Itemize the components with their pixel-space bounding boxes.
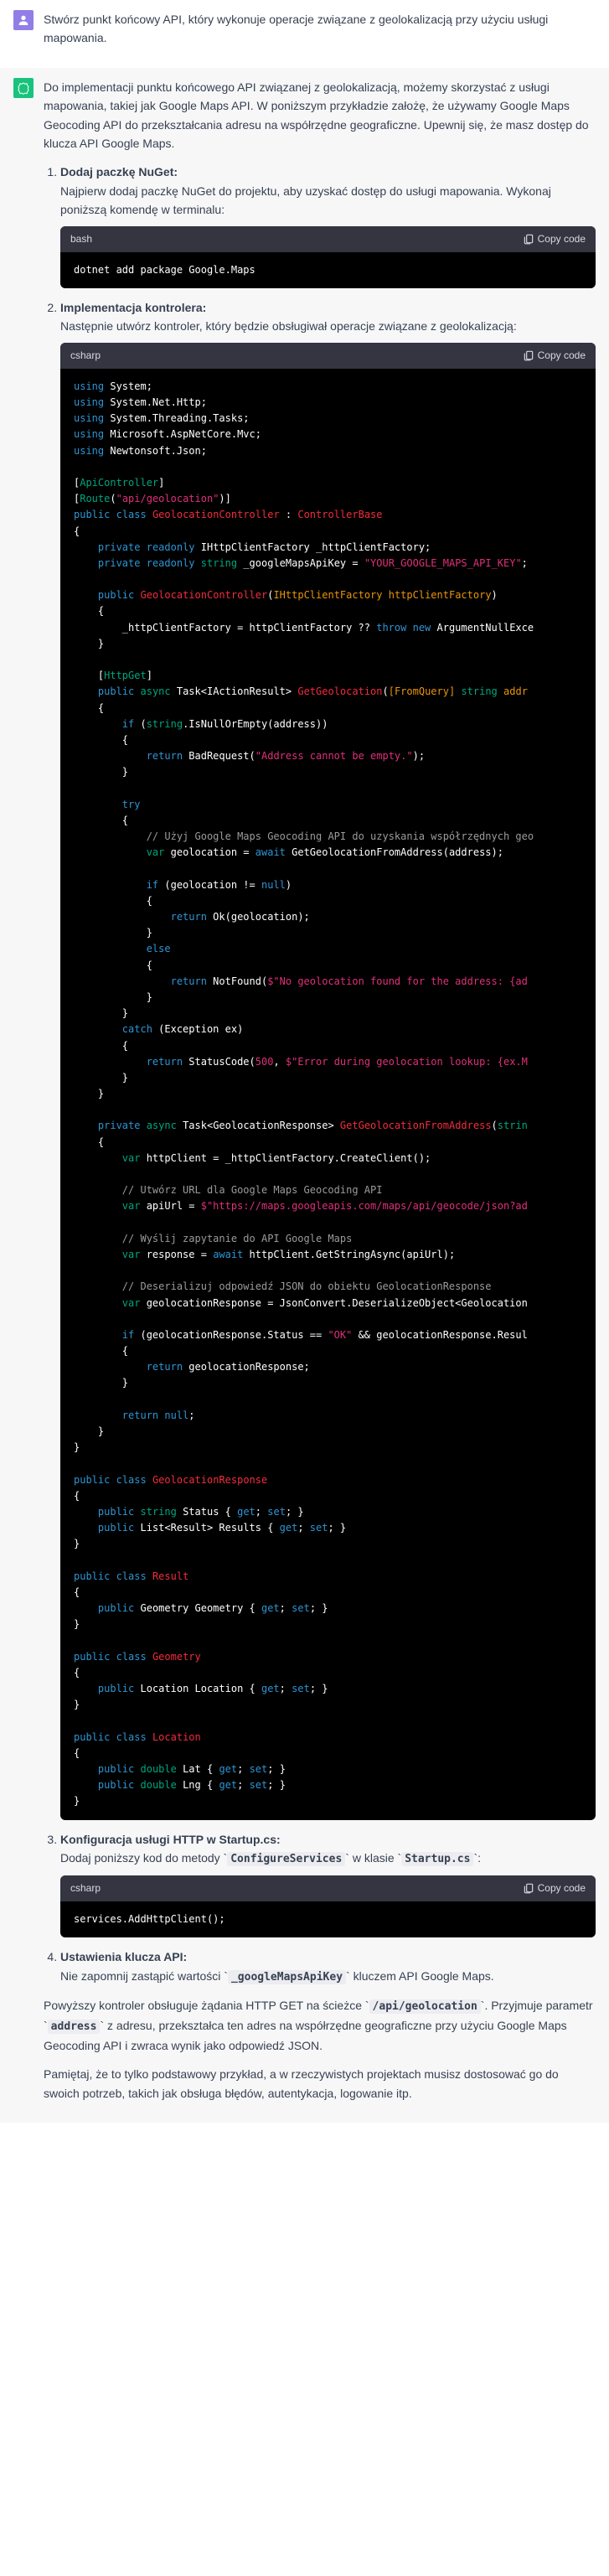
code-body[interactable]: using System; using System.Net.Http; usi…	[60, 369, 596, 1820]
step-4-title: Ustawienia klucza API:	[60, 1950, 187, 1963]
code-body[interactable]: dotnet add package Google.Maps	[60, 252, 596, 288]
inline-code: /api/geolocation	[369, 1999, 481, 2014]
code-body[interactable]: services.AddHttpClient();	[60, 1901, 596, 1937]
code-lang-label: csharp	[70, 1880, 101, 1896]
step-4-desc: Nie zapomnij zastąpić wartości `_googleM…	[60, 1969, 494, 1983]
user-content: Stwórz punkt końcowy API, który wykonuje…	[44, 10, 596, 58]
steps-list: Dodaj paczkę NuGet: Najpierw dodaj paczk…	[60, 163, 596, 1986]
intro-text: Do implementacji punktu końcowego API zw…	[44, 78, 596, 153]
person-icon	[17, 13, 30, 27]
user-avatar	[13, 10, 34, 30]
user-text: Stwórz punkt końcowy API, który wykonuje…	[44, 10, 596, 48]
assistant-avatar	[13, 78, 34, 98]
clipboard-icon	[523, 349, 534, 361]
openai-icon	[17, 81, 30, 95]
step-2: Implementacja kontrolera: Następnie utwó…	[60, 298, 596, 1820]
user-message: Stwórz punkt końcowy API, który wykonuje…	[0, 0, 609, 68]
copy-button[interactable]: Copy code	[523, 233, 586, 245]
code-block-controller: csharp Copy code using System; using Sys…	[60, 343, 596, 1820]
inline-code: address	[48, 2020, 101, 2034]
clipboard-icon	[523, 233, 534, 245]
step-1: Dodaj paczkę NuGet: Najpierw dodaj paczk…	[60, 163, 596, 288]
step-3-desc: Dodaj poniższy kod do metody `ConfigureS…	[60, 1851, 481, 1865]
inline-code: Startup.cs	[401, 1852, 473, 1866]
inline-code: ConfigureServices	[227, 1852, 345, 1866]
outro-2: Pamiętaj, że to tylko podstawowy przykła…	[44, 2065, 596, 2103]
step-1-title: Dodaj paczkę NuGet:	[60, 165, 178, 178]
step-2-desc: Następnie utwórz kontroler, który będzie…	[60, 319, 517, 333]
code-lang-label: csharp	[70, 348, 101, 364]
code-lang-label: bash	[70, 231, 92, 247]
step-2-title: Implementacja kontrolera:	[60, 301, 206, 314]
copy-button[interactable]: Copy code	[523, 1882, 586, 1894]
step-3-title: Konfiguracja usługi HTTP w Startup.cs:	[60, 1833, 281, 1846]
step-4: Ustawienia klucza API: Nie zapomnij zast…	[60, 1948, 596, 1986]
code-header: bash Copy code	[60, 226, 596, 252]
code-header: csharp Copy code	[60, 1875, 596, 1901]
outro-1: Powyższy kontroler obsługuje żądania HTT…	[44, 1996, 596, 2055]
inline-code: _googleMapsApiKey	[228, 1970, 346, 1984]
step-3: Konfiguracja usługi HTTP w Startup.cs: D…	[60, 1830, 596, 1938]
clipboard-icon	[523, 1882, 534, 1894]
step-1-desc: Najpierw dodaj paczkę NuGet do projektu,…	[60, 184, 551, 216]
assistant-content: Do implementacji punktu końcowego API zw…	[44, 78, 596, 2113]
code-block-bash: bash Copy code dotnet add package Google…	[60, 226, 596, 288]
copy-button[interactable]: Copy code	[523, 349, 586, 361]
assistant-message: Do implementacji punktu końcowego API zw…	[0, 68, 609, 2123]
code-header: csharp Copy code	[60, 343, 596, 369]
code-block-startup: csharp Copy code services.AddHttpClient(…	[60, 1875, 596, 1937]
